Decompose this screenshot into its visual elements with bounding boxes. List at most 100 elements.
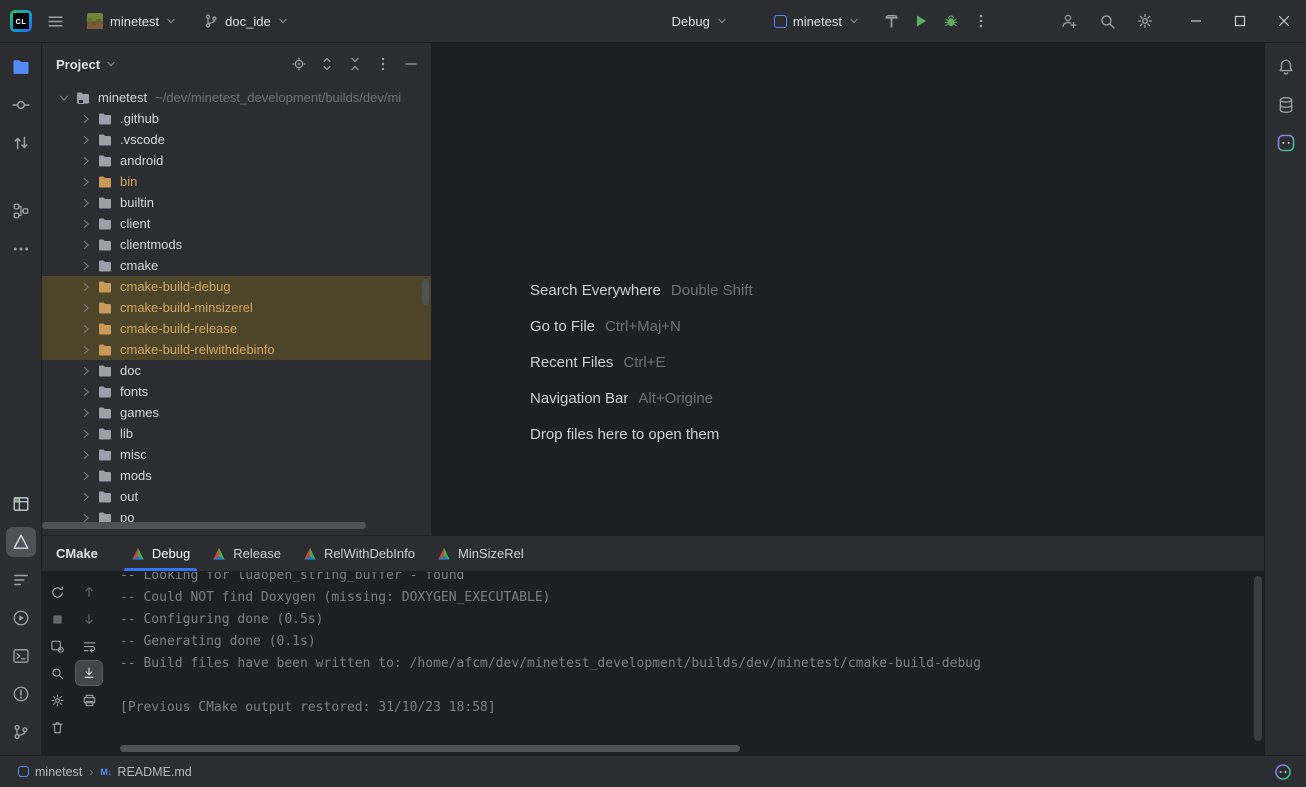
- panel-options-icon[interactable]: [371, 52, 395, 76]
- build-icon[interactable]: [876, 6, 906, 36]
- database-tool-window-icon[interactable]: [1271, 90, 1301, 120]
- scroll-down-icon[interactable]: [76, 607, 102, 631]
- chevron-collapsed-icon[interactable]: [78, 279, 94, 295]
- cmake-tool-window-icon[interactable]: [6, 527, 36, 557]
- cmake-profile-tab[interactable]: Debug: [120, 536, 201, 571]
- run-tool-window-icon[interactable]: [6, 603, 36, 633]
- tree-row-folder[interactable]: misc: [42, 444, 431, 465]
- chevron-collapsed-icon[interactable]: [78, 174, 94, 190]
- tree-row-folder[interactable]: cmake-build-release: [42, 318, 431, 339]
- project-horizontal-scrollbar[interactable]: [42, 522, 366, 529]
- console-vertical-scrollbar[interactable]: [1254, 576, 1262, 741]
- scroll-to-end-icon[interactable]: [76, 661, 102, 685]
- pull-requests-icon[interactable]: [6, 128, 36, 158]
- tree-row-folder[interactable]: lib: [42, 423, 431, 444]
- chevron-collapsed-icon[interactable]: [78, 258, 94, 274]
- cmake-profile-tab[interactable]: MinSizeRel: [426, 536, 535, 571]
- chevron-collapsed-icon[interactable]: [78, 132, 94, 148]
- clion-logo-icon[interactable]: CL: [10, 10, 32, 32]
- more-tool-windows-icon[interactable]: [6, 234, 36, 264]
- tree-row-folder[interactable]: client: [42, 213, 431, 234]
- table-view-icon[interactable]: [6, 489, 36, 519]
- problems-tool-window-icon[interactable]: [6, 679, 36, 709]
- chevron-collapsed-icon[interactable]: [78, 195, 94, 211]
- tree-row-folder[interactable]: builtin: [42, 192, 431, 213]
- reload-cmake-icon[interactable]: [44, 580, 70, 604]
- tree-row-folder[interactable]: .github: [42, 108, 431, 129]
- tree-row-folder[interactable]: out: [42, 486, 431, 507]
- search-everywhere-icon[interactable]: [1092, 6, 1122, 36]
- select-opened-file-icon[interactable]: [287, 52, 311, 76]
- ai-assistant-icon[interactable]: [1271, 128, 1301, 158]
- chevron-collapsed-icon[interactable]: [78, 384, 94, 400]
- chevron-collapsed-icon[interactable]: [78, 426, 94, 442]
- console-horizontal-scrollbar[interactable]: [120, 745, 740, 752]
- project-panel-title[interactable]: Project: [56, 57, 117, 72]
- project-selector[interactable]: minetest: [80, 6, 183, 36]
- tree-row-project-root[interactable]: minetest ~/dev/minetest_development/buil…: [42, 87, 431, 108]
- expand-all-icon[interactable]: [315, 52, 339, 76]
- chevron-collapsed-icon[interactable]: [78, 300, 94, 316]
- chevron-collapsed-icon[interactable]: [78, 405, 94, 421]
- chevron-collapsed-icon[interactable]: [78, 237, 94, 253]
- chevron-collapsed-icon[interactable]: [78, 111, 94, 127]
- cmake-profile-tab[interactable]: Release: [201, 536, 292, 571]
- tree-row-folder[interactable]: fonts: [42, 381, 431, 402]
- stop-icon[interactable]: [44, 607, 70, 631]
- maximize-button[interactable]: [1218, 0, 1262, 42]
- chevron-collapsed-icon[interactable]: [78, 489, 94, 505]
- tree-row-folder[interactable]: cmake: [42, 255, 431, 276]
- run-configuration-selector[interactable]: minetest: [768, 6, 866, 36]
- ai-status-icon[interactable]: [1274, 763, 1292, 781]
- tree-row-folder[interactable]: doc: [42, 360, 431, 381]
- project-vertical-scrollbar[interactable]: [422, 279, 429, 305]
- chevron-collapsed-icon[interactable]: [78, 216, 94, 232]
- terminal-tool-window-icon[interactable]: [6, 641, 36, 671]
- tree-row-folder[interactable]: android: [42, 150, 431, 171]
- tree-row-folder[interactable]: mods: [42, 465, 431, 486]
- cmake-console[interactable]: -- Looking for luaopen_string_buffer - f…: [106, 572, 1264, 755]
- run-button[interactable]: [906, 6, 936, 36]
- chevron-collapsed-icon[interactable]: [78, 468, 94, 484]
- project-tool-window-icon[interactable]: [6, 52, 36, 82]
- more-actions-icon[interactable]: [966, 6, 996, 36]
- debug-button[interactable]: [936, 6, 966, 36]
- tree-row-folder[interactable]: cmake-build-relwithdebinfo: [42, 339, 431, 360]
- notifications-bell-icon[interactable]: [1271, 52, 1301, 82]
- chevron-collapsed-icon[interactable]: [78, 153, 94, 169]
- chevron-collapsed-icon[interactable]: [78, 447, 94, 463]
- structure-tool-window-icon[interactable]: [6, 196, 36, 226]
- tree-row-folder[interactable]: bin: [42, 171, 431, 192]
- cmake-profile-tab[interactable]: RelWithDebInfo: [292, 536, 426, 571]
- editor-area[interactable]: Search Everywhere Double Shift Go to Fil…: [432, 43, 1264, 535]
- chevron-collapsed-icon[interactable]: [78, 321, 94, 337]
- tree-row-folder[interactable]: cmake-build-minsizerel: [42, 297, 431, 318]
- tree-row-folder[interactable]: games: [42, 402, 431, 423]
- build-type-selector[interactable]: Debug: [666, 6, 734, 36]
- todo-tool-window-icon[interactable]: [6, 565, 36, 595]
- minimize-button[interactable]: [1174, 0, 1218, 42]
- chevron-collapsed-icon[interactable]: [78, 342, 94, 358]
- settings-gear-icon[interactable]: [1130, 6, 1160, 36]
- main-menu-icon[interactable]: [40, 6, 70, 36]
- chevron-expanded-icon[interactable]: [56, 90, 72, 106]
- hide-panel-icon[interactable]: [399, 52, 423, 76]
- close-button[interactable]: [1262, 0, 1306, 42]
- print-icon[interactable]: [76, 688, 102, 712]
- cmake-settings-icon[interactable]: [44, 634, 70, 658]
- breadcrumb-file[interactable]: M↓ README.md: [100, 765, 191, 779]
- chevron-collapsed-icon[interactable]: [78, 363, 94, 379]
- tree-row-folder[interactable]: cmake-build-debug: [42, 276, 431, 297]
- collapse-all-icon[interactable]: [343, 52, 367, 76]
- scroll-up-icon[interactable]: [76, 580, 102, 604]
- find-icon[interactable]: [44, 661, 70, 685]
- commit-tool-window-icon[interactable]: [6, 90, 36, 120]
- tree-row-folder[interactable]: .vscode: [42, 129, 431, 150]
- code-with-me-icon[interactable]: [1054, 6, 1084, 36]
- version-control-tool-window-icon[interactable]: [6, 717, 36, 747]
- tree-row-folder[interactable]: clientmods: [42, 234, 431, 255]
- soft-wrap-icon[interactable]: [76, 634, 102, 658]
- breadcrumb-project[interactable]: minetest: [18, 765, 82, 779]
- console-settings-icon[interactable]: [44, 688, 70, 712]
- branch-selector[interactable]: doc_ide: [197, 6, 295, 36]
